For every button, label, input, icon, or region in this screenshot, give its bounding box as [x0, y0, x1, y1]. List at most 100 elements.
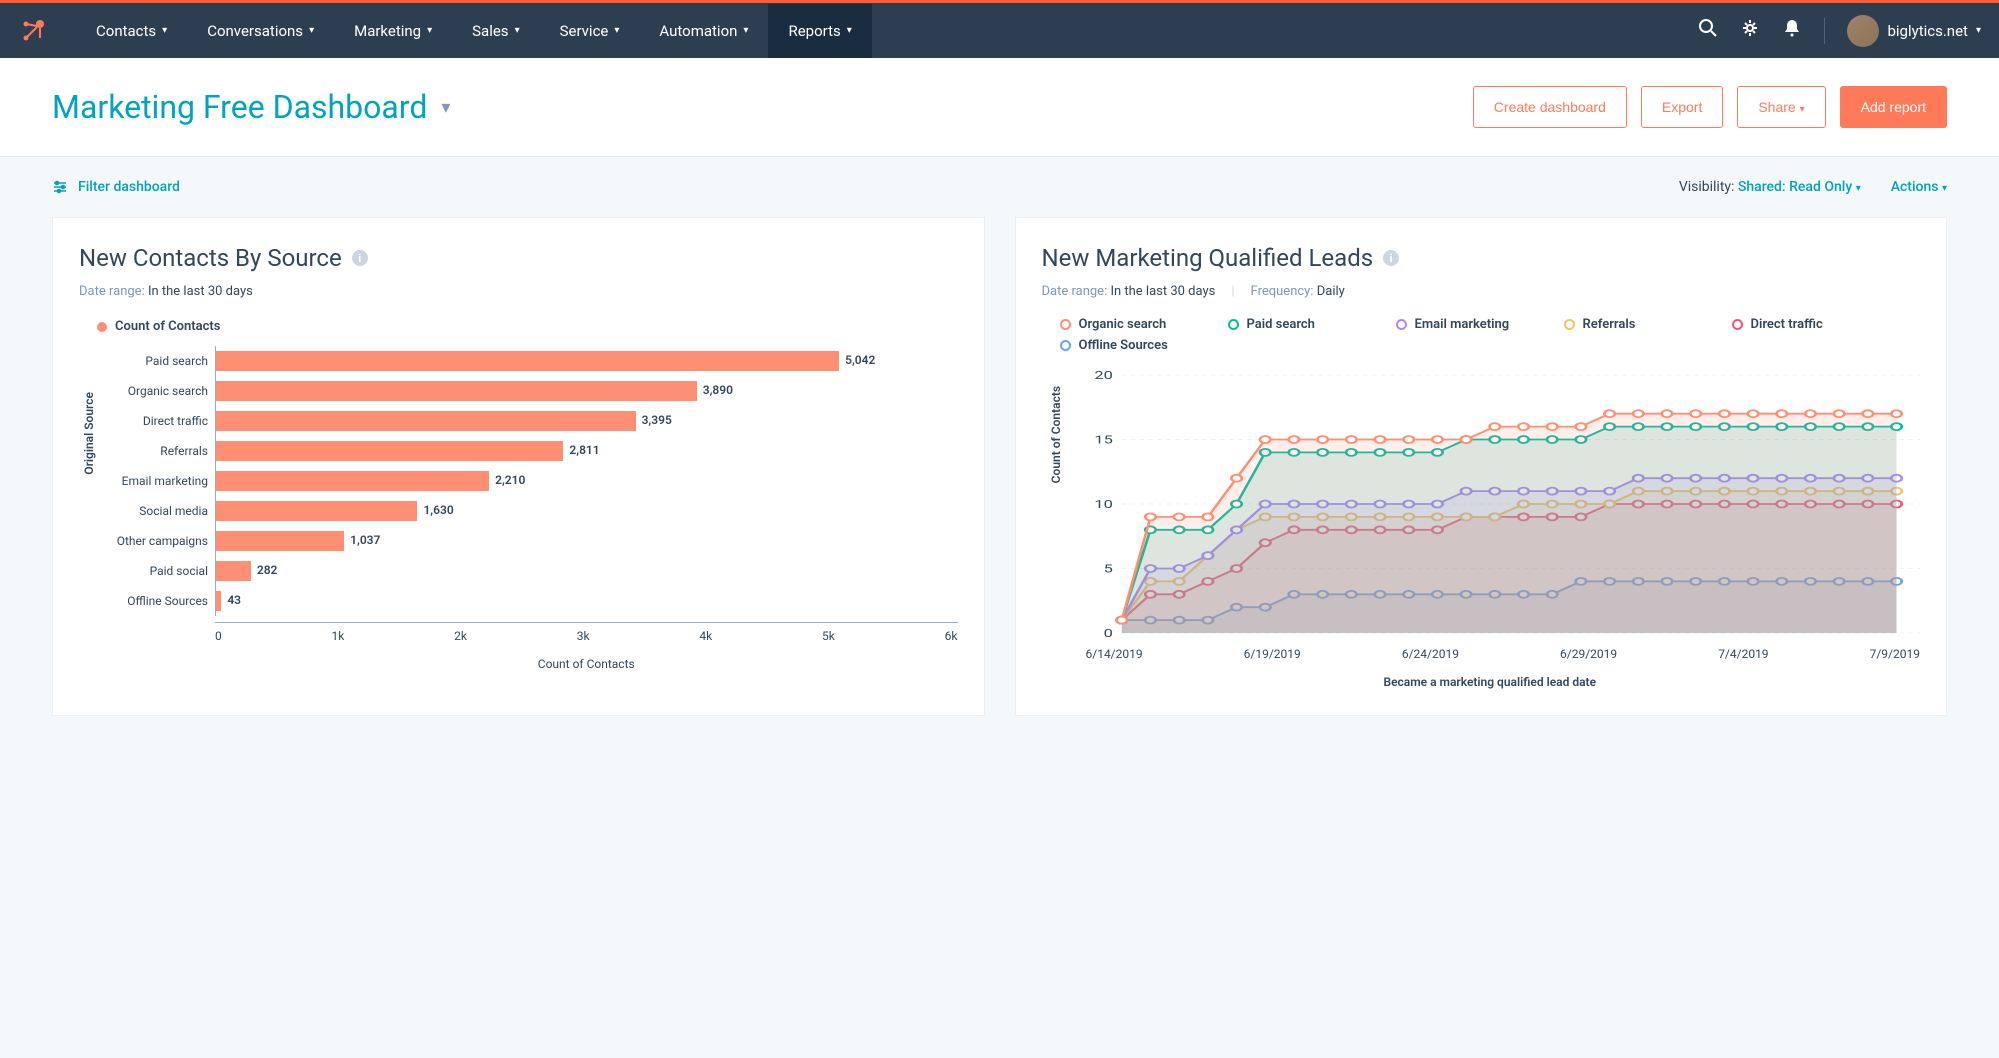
data-point[interactable] — [1460, 436, 1470, 443]
card-meta: Date range: In the last 30 days | Freque… — [1042, 284, 1921, 299]
nav-item-sales[interactable]: Sales ▾ — [452, 4, 539, 58]
info-icon[interactable]: i — [352, 250, 368, 266]
nav-item-contacts[interactable]: Contacts ▾ — [76, 4, 187, 58]
chevron-down-icon: ▾ — [847, 25, 852, 36]
y-axis-label: Count of Contacts — [1049, 386, 1063, 483]
create-dashboard-button[interactable]: Create dashboard — [1473, 86, 1627, 128]
filter-dashboard-link[interactable]: Filter dashboard — [52, 179, 180, 195]
svg-text:0: 0 — [1103, 628, 1112, 641]
data-point[interactable] — [1116, 617, 1126, 624]
bar-category-label: Organic search — [98, 384, 216, 398]
share-button[interactable]: Share ▾ — [1737, 86, 1825, 128]
legend-ring — [1228, 319, 1239, 330]
chevron-down-icon: ▾ — [162, 25, 167, 36]
hubspot-logo[interactable] — [18, 16, 48, 46]
nav-item-conversations[interactable]: Conversations ▾ — [187, 4, 334, 58]
data-point[interactable] — [1202, 513, 1212, 520]
visibility-control[interactable]: Visibility: Shared: Read Only ▾ — [1679, 179, 1861, 195]
data-point[interactable] — [1288, 436, 1298, 443]
legend-item[interactable]: Direct traffic — [1732, 317, 1872, 332]
account-name: biglytics.net — [1887, 22, 1968, 40]
data-point[interactable] — [1747, 410, 1757, 417]
bar-row: Other campaigns 1,037 — [216, 526, 958, 556]
data-point[interactable] — [1403, 436, 1413, 443]
legend-label: Count of Contacts — [115, 319, 220, 334]
legend-ring — [1732, 319, 1743, 330]
data-point[interactable] — [1432, 436, 1442, 443]
settings-icon[interactable] — [1740, 18, 1760, 43]
dashboard-title-dropdown[interactable]: Marketing Free Dashboard ▾ — [52, 88, 450, 126]
page-header: Marketing Free Dashboard ▾ Create dashbo… — [0, 58, 1999, 157]
data-point[interactable] — [1604, 410, 1614, 417]
bar-fill[interactable] — [216, 411, 636, 431]
bar-fill[interactable] — [216, 471, 489, 491]
data-point[interactable] — [1346, 436, 1356, 443]
data-point[interactable] — [1805, 410, 1815, 417]
chevron-down-icon: ▾ — [1976, 25, 1981, 36]
legend-item[interactable]: Email marketing — [1396, 317, 1536, 332]
actions-dropdown[interactable]: Actions ▾ — [1891, 179, 1947, 195]
data-point[interactable] — [1374, 436, 1384, 443]
bar-row: Social media 1,630 — [216, 496, 958, 526]
bar-category-label: Direct traffic — [98, 414, 216, 428]
svg-text:15: 15 — [1094, 434, 1113, 447]
bar-fill[interactable] — [216, 381, 697, 401]
bar-fill[interactable] — [216, 531, 344, 551]
x-tick: 7/4/2019 — [1718, 647, 1768, 661]
avatar — [1847, 15, 1879, 47]
data-point[interactable] — [1891, 410, 1901, 417]
bar-fill[interactable] — [216, 501, 417, 521]
page-title: Marketing Free Dashboard — [52, 88, 427, 126]
nav-item-reports[interactable]: Reports ▾ — [768, 4, 871, 58]
caret-down-icon: ▾ — [1800, 104, 1805, 115]
legend-item[interactable]: Offline Sources — [1060, 338, 1200, 353]
main-navbar: Contacts ▾Conversations ▾Marketing ▾Sale… — [0, 3, 1999, 58]
bar-value-label: 2,811 — [563, 443, 599, 457]
x-tick: 4k — [699, 629, 712, 643]
nav-item-marketing[interactable]: Marketing ▾ — [334, 4, 452, 58]
notifications-icon[interactable] — [1782, 18, 1802, 43]
nav-item-service[interactable]: Service ▾ — [540, 4, 640, 58]
data-point[interactable] — [1690, 410, 1700, 417]
x-tick: 7/9/2019 — [1870, 647, 1920, 661]
data-point[interactable] — [1518, 423, 1528, 430]
bar-category-label: Referrals — [98, 444, 216, 458]
account-switcher[interactable]: biglytics.net ▾ — [1847, 15, 1981, 47]
data-point[interactable] — [1661, 410, 1671, 417]
add-report-button[interactable]: Add report — [1840, 86, 1947, 128]
data-point[interactable] — [1776, 410, 1786, 417]
legend-dot — [97, 322, 107, 332]
bar-chart: Original Source Paid search 5,042 Organi… — [97, 346, 958, 671]
data-point[interactable] — [1575, 423, 1585, 430]
data-point[interactable] — [1173, 513, 1183, 520]
data-point[interactable] — [1145, 513, 1155, 520]
visibility-label: Visibility: — [1679, 179, 1735, 195]
bar-value-label: 1,037 — [344, 533, 380, 547]
info-icon[interactable]: i — [1383, 250, 1399, 266]
bar-fill[interactable] — [216, 351, 839, 371]
data-point[interactable] — [1546, 423, 1556, 430]
caret-down-icon: ▾ — [1942, 183, 1947, 194]
legend-item[interactable]: Paid search — [1228, 317, 1368, 332]
bar-value-label: 3,395 — [636, 413, 672, 427]
data-point[interactable] — [1489, 423, 1499, 430]
sub-header: Filter dashboard Visibility: Shared: Rea… — [0, 157, 1999, 217]
chevron-down-icon: ▾ — [515, 25, 520, 36]
bar-fill[interactable] — [216, 441, 563, 461]
data-point[interactable] — [1862, 410, 1872, 417]
nav-item-automation[interactable]: Automation ▾ — [639, 4, 768, 58]
x-tick: 6/19/2019 — [1244, 647, 1301, 661]
data-point[interactable] — [1833, 410, 1843, 417]
card-new-marketing-qualified-leads: New Marketing Qualified Leads i Date ran… — [1015, 217, 1948, 716]
data-point[interactable] — [1231, 475, 1241, 482]
data-point[interactable] — [1633, 410, 1643, 417]
legend-label: Paid search — [1247, 317, 1315, 332]
bar-fill[interactable] — [216, 561, 251, 581]
data-point[interactable] — [1317, 436, 1327, 443]
search-icon[interactable] — [1698, 18, 1718, 43]
export-button[interactable]: Export — [1641, 86, 1723, 128]
legend-item[interactable]: Referrals — [1564, 317, 1704, 332]
data-point[interactable] — [1719, 410, 1729, 417]
legend-item[interactable]: Organic search — [1060, 317, 1200, 332]
data-point[interactable] — [1260, 436, 1270, 443]
